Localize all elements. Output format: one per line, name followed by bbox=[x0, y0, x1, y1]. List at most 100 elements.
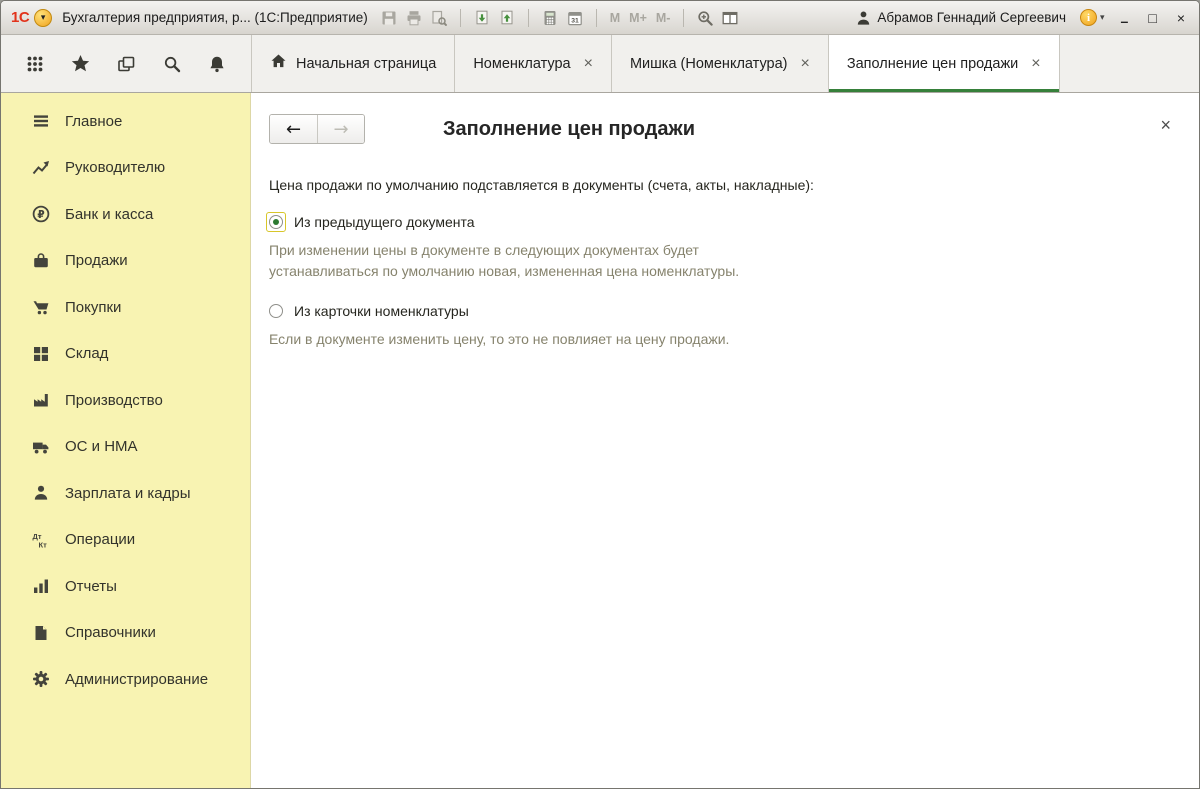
tab-label: Мишка (Номенклатура) bbox=[630, 56, 788, 72]
calendar-day-label: 31 bbox=[571, 17, 579, 24]
radio-previous-document[interactable] bbox=[266, 212, 286, 232]
sidebar: Главное Руководителю ₽ Банк и касса Прод… bbox=[1, 93, 251, 788]
sidebar-item-label: Руководителю bbox=[65, 159, 165, 176]
sidebar-item-label: Операции bbox=[65, 531, 135, 548]
search-icon[interactable] bbox=[162, 54, 182, 74]
toolbar-separator bbox=[460, 9, 461, 27]
sidebar-item-production[interactable]: Производство bbox=[1, 377, 250, 424]
print-preview-icon[interactable] bbox=[431, 10, 447, 26]
chevron-down-icon[interactable]: ▾ bbox=[1100, 12, 1105, 23]
current-user[interactable]: Абрамов Геннадий Сергеевич bbox=[855, 10, 1066, 26]
recent-windows-icon[interactable] bbox=[116, 54, 136, 74]
sidebar-item-manager[interactable]: Руководителю bbox=[1, 145, 250, 192]
intro-text: Цена продажи по умолчанию подставляется … bbox=[269, 177, 1179, 193]
sidebar-item-reports[interactable]: Отчеты bbox=[1, 563, 250, 610]
tab-label: Номенклатура bbox=[473, 56, 570, 72]
radio-label[interactable]: Из карточки номенклатуры bbox=[294, 303, 469, 319]
cart-icon bbox=[31, 298, 51, 316]
tab-close-icon[interactable]: × bbox=[584, 55, 593, 73]
kt-glyph: Кт bbox=[39, 540, 48, 549]
sidebar-item-main[interactable]: Главное bbox=[1, 98, 250, 145]
back-button[interactable]: ← bbox=[270, 115, 317, 143]
memory-recall-button[interactable]: M bbox=[610, 11, 620, 25]
page-title: Заполнение цен продажи bbox=[443, 118, 695, 141]
person-icon bbox=[31, 484, 51, 502]
calendar-icon[interactable]: 31 bbox=[567, 10, 583, 26]
tab-home-page[interactable]: Начальная страница bbox=[252, 35, 455, 92]
favorites-star-icon[interactable] bbox=[71, 54, 91, 74]
sidebar-item-sales[interactable]: Продажи bbox=[1, 238, 250, 285]
radio-item-card[interactable] bbox=[266, 301, 286, 321]
tab-mishka-nomenclature[interactable]: Мишка (Номенклатура) × bbox=[612, 35, 829, 92]
split-window-icon[interactable] bbox=[722, 10, 738, 26]
sidebar-item-label: ОС и НМА bbox=[65, 438, 138, 455]
sidebar-item-references[interactable]: Справочники bbox=[1, 610, 250, 657]
option-item-card: Из карточки номенклатуры Если в документ… bbox=[269, 301, 1179, 350]
ruble-glyph: ₽ bbox=[37, 209, 44, 221]
toolbar-separator bbox=[683, 9, 684, 27]
sidebar-item-label: Зарплата и кадры bbox=[65, 485, 191, 502]
sidebar-item-salary-hr[interactable]: Зарплата и кадры bbox=[1, 470, 250, 517]
window-title: Бухгалтерия предприятия, р... (1С:Предпр… bbox=[62, 10, 368, 25]
tab-close-icon[interactable]: × bbox=[801, 55, 810, 73]
home-icon bbox=[270, 53, 287, 74]
user-name: Абрамов Геннадий Сергеевич bbox=[877, 10, 1066, 25]
apps-grid-icon[interactable] bbox=[25, 54, 45, 74]
export-file-icon[interactable] bbox=[499, 10, 515, 26]
bar-chart-icon bbox=[31, 577, 51, 595]
memory-plus-button[interactable]: M+ bbox=[629, 11, 647, 25]
import-file-icon[interactable] bbox=[474, 10, 490, 26]
user-icon bbox=[855, 10, 871, 26]
briefcase-icon bbox=[31, 252, 51, 270]
gear-icon bbox=[31, 670, 51, 688]
sidebar-item-operations[interactable]: ДтКт Операции bbox=[1, 517, 250, 564]
titlebar: 1С ▾ Бухгалтерия предприятия, р... (1С:П… bbox=[1, 1, 1199, 35]
sidebar-item-purchases[interactable]: Покупки bbox=[1, 284, 250, 331]
sidebar-item-administration[interactable]: Администрирование bbox=[1, 656, 250, 703]
app-window: 1С ▾ Бухгалтерия предприятия, р... (1С:П… bbox=[0, 0, 1200, 789]
tab-nomenclature[interactable]: Номенклатура × bbox=[455, 35, 612, 92]
form-close-icon[interactable]: × bbox=[1160, 115, 1171, 136]
boxes-icon bbox=[31, 345, 51, 363]
window-controls: – □ × bbox=[1121, 11, 1185, 25]
sidebar-item-bank-cash[interactable]: ₽ Банк и касса bbox=[1, 191, 250, 238]
save-icon[interactable] bbox=[381, 10, 397, 26]
radio-label[interactable]: Из предыдущего документа bbox=[294, 214, 475, 230]
titlebar-right: Абрамов Геннадий Сергеевич i ▾ – □ × bbox=[855, 9, 1189, 26]
memory-minus-button[interactable]: M- bbox=[656, 11, 671, 25]
app-logo: 1С bbox=[11, 9, 29, 26]
tab-strip: Начальная страница Номенклатура × Мишка … bbox=[251, 35, 1060, 92]
forward-button[interactable]: → bbox=[317, 115, 364, 143]
app-body: Главное Руководителю ₽ Банк и касса Прод… bbox=[1, 93, 1199, 788]
tab-close-icon[interactable]: × bbox=[1031, 55, 1040, 73]
sidebar-item-label: Администрирование bbox=[65, 671, 208, 688]
tab-fill-sale-prices[interactable]: Заполнение цен продажи × bbox=[829, 35, 1060, 92]
main-menu-button[interactable]: ▾ bbox=[34, 9, 52, 27]
option-row: Из карточки номенклатуры bbox=[269, 301, 1179, 321]
sidebar-item-label: Банк и касса bbox=[65, 206, 153, 223]
option-previous-document: Из предыдущего документа При изменении ц… bbox=[269, 212, 1179, 282]
sidebar-item-warehouse[interactable]: Склад bbox=[1, 331, 250, 378]
sidebar-item-label: Продажи bbox=[65, 252, 128, 269]
option-description: При изменении цены в документе в следующ… bbox=[269, 240, 784, 282]
history-nav-group: ← → bbox=[269, 114, 365, 144]
tab-label: Начальная страница bbox=[296, 56, 436, 72]
window-close-button[interactable]: × bbox=[1177, 11, 1185, 25]
tabbar: Начальная страница Номенклатура × Мишка … bbox=[1, 35, 1199, 93]
tool-panel bbox=[1, 35, 251, 92]
minimize-button[interactable]: – bbox=[1121, 14, 1129, 28]
maximize-button[interactable]: □ bbox=[1148, 11, 1156, 25]
zoom-icon[interactable] bbox=[697, 10, 713, 26]
toolbar-group-tools: 31 bbox=[542, 10, 583, 26]
truck-icon bbox=[31, 438, 51, 456]
tab-label: Заполнение цен продажи bbox=[847, 56, 1018, 72]
option-description: Если в документе изменить цену, то это н… bbox=[269, 329, 784, 350]
sidebar-item-label: Справочники bbox=[65, 624, 156, 641]
book-icon bbox=[31, 624, 51, 642]
calculator-icon[interactable] bbox=[542, 10, 558, 26]
info-icon[interactable]: i bbox=[1080, 9, 1097, 26]
print-icon[interactable] bbox=[406, 10, 422, 26]
notifications-bell-icon[interactable] bbox=[207, 54, 227, 74]
toolbar-group-memory: M M+ M- bbox=[610, 11, 671, 25]
sidebar-item-os-nma[interactable]: ОС и НМА bbox=[1, 424, 250, 471]
